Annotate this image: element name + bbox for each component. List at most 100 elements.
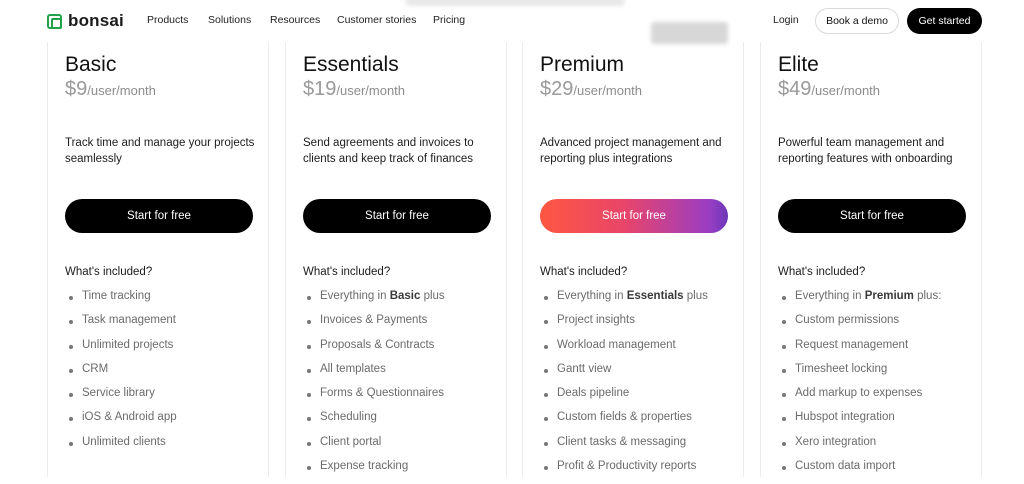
feature-text-bold: Essentials bbox=[626, 290, 684, 302]
feature-text: Xero integration bbox=[795, 436, 876, 448]
get-started-button[interactable]: Get started bbox=[907, 8, 982, 34]
bullet-icon bbox=[782, 368, 786, 373]
top-nav: bonsai Products Solutions Resources Cust… bbox=[0, 0, 1024, 42]
feature-item: Forms & Questionnaires bbox=[303, 387, 445, 411]
bullet-icon bbox=[307, 296, 311, 300]
included-title: What's included? bbox=[303, 266, 391, 278]
bullet-icon bbox=[307, 320, 311, 325]
feature-item: Task management bbox=[65, 314, 177, 338]
bullet-icon bbox=[782, 296, 786, 300]
feature-text-pre: Time tracking bbox=[82, 290, 151, 302]
book-demo-button[interactable]: Book a demo bbox=[815, 8, 899, 34]
feature-text: Expense tracking bbox=[320, 460, 408, 472]
plan-description: Track time and manage your projects seam… bbox=[65, 137, 255, 165]
brand-name: bonsai bbox=[68, 11, 124, 30]
feature-text: Unlimited clients bbox=[82, 436, 166, 448]
bullet-icon bbox=[307, 466, 311, 471]
feature-list: Everything in Premium plus: Custom permis… bbox=[778, 290, 941, 484]
nav-link-products[interactable]: Products bbox=[147, 14, 188, 26]
feature-item: Everything in Premium plus: bbox=[778, 290, 941, 314]
feature-item: Hubspot integration bbox=[778, 411, 941, 435]
feature-text-pre: Request management bbox=[795, 338, 909, 351]
price-amount: $49 bbox=[778, 78, 812, 100]
nav-link-resources[interactable]: Resources bbox=[270, 14, 320, 26]
feature-text-pre: All templates bbox=[320, 362, 386, 375]
feature-item: Project insights bbox=[540, 314, 708, 338]
start-for-free-button[interactable]: Start for free bbox=[778, 199, 966, 233]
feature-text-pre: Add markup to expenses bbox=[795, 387, 923, 400]
feature-item: Everything in Basic plus bbox=[303, 290, 445, 314]
feature-item: Expense tracking bbox=[303, 460, 445, 484]
plan-name: Essentials bbox=[303, 53, 399, 76]
bullet-icon bbox=[307, 441, 311, 446]
feature-text: Client tasks & messaging bbox=[557, 436, 686, 448]
plan-description: Powerful team management and reporting f… bbox=[778, 137, 953, 165]
nav-link-solutions[interactable]: Solutions bbox=[208, 14, 251, 26]
feature-text-pre: Custom fields & properties bbox=[557, 411, 692, 424]
bullet-icon bbox=[544, 417, 548, 422]
feature-item: Profit & Productivity reports bbox=[540, 460, 708, 484]
feature-text-pre: Service library bbox=[82, 387, 155, 400]
bullet-icon bbox=[307, 393, 311, 398]
price-unit: /user/month bbox=[573, 83, 643, 98]
bullet-icon bbox=[307, 417, 311, 422]
feature-text-pre: Client tasks & messaging bbox=[557, 435, 687, 448]
feature-text: Add markup to expenses bbox=[795, 387, 922, 399]
feature-item: Proposals & Contracts bbox=[303, 339, 445, 363]
feature-item: Workload management bbox=[540, 339, 708, 363]
feature-text-pre: Everything in bbox=[557, 290, 627, 302]
feature-item: CRM bbox=[65, 363, 177, 387]
feature-item: Unlimited clients bbox=[65, 436, 177, 460]
start-for-free-button[interactable]: Start for free bbox=[540, 199, 728, 233]
feature-text: Deals pipeline bbox=[557, 387, 629, 399]
plan-description: Advanced project management and reportin… bbox=[540, 137, 722, 165]
brand-logo[interactable]: bonsai bbox=[47, 11, 124, 30]
price-unit: /user/month bbox=[336, 83, 406, 98]
start-for-free-button[interactable]: Start for free bbox=[65, 199, 253, 233]
feature-item: Invoices & Payments bbox=[303, 314, 445, 338]
bonsai-logo-icon bbox=[47, 13, 62, 29]
login-link[interactable]: Login bbox=[773, 14, 799, 26]
bullet-icon bbox=[69, 441, 73, 446]
feature-item: Client tasks & messaging bbox=[540, 436, 708, 460]
bullet-icon bbox=[69, 393, 73, 398]
feature-item: Time tracking bbox=[65, 290, 177, 314]
feature-list: Time tracking Task management Unlimited pr… bbox=[65, 290, 177, 460]
feature-item: Timesheet locking bbox=[778, 363, 941, 387]
feature-item: Deals pipeline bbox=[540, 387, 708, 411]
nav-link-customer-stories[interactable]: Customer stories bbox=[337, 14, 416, 26]
plan-card-essentials: Essentials $19/user/month Send agreement… bbox=[285, 42, 507, 477]
feature-text-pre: Hubspot integration bbox=[795, 411, 895, 424]
feature-text: Gantt view bbox=[557, 363, 611, 375]
feature-text-pre: Scheduling bbox=[320, 411, 377, 424]
included-title: What's included? bbox=[778, 266, 866, 278]
bullet-icon bbox=[544, 368, 548, 373]
bullet-icon bbox=[544, 320, 548, 325]
feature-text: Project insights bbox=[557, 314, 635, 326]
plan-description: Send agreements and invoices to clients … bbox=[303, 137, 474, 165]
feature-text: Hubspot integration bbox=[795, 411, 895, 423]
feature-text: Client portal bbox=[320, 436, 381, 448]
feature-text-pre: iOS & Android app bbox=[82, 411, 177, 424]
plan-name: Premium bbox=[540, 53, 625, 76]
plan-price: $9/user/month bbox=[65, 78, 156, 101]
blurred-overlay bbox=[651, 22, 728, 44]
feature-item: Client portal bbox=[303, 436, 445, 460]
nav-link-pricing[interactable]: Pricing bbox=[433, 14, 465, 26]
feature-text: Forms & Questionnaires bbox=[320, 387, 444, 399]
blurred-banner bbox=[405, 0, 625, 6]
price-unit: /user/month bbox=[811, 83, 881, 98]
feature-text-post: plus bbox=[683, 290, 708, 302]
feature-item: Add markup to expenses bbox=[778, 387, 941, 411]
bullet-icon bbox=[544, 441, 548, 446]
price-unit: /user/month bbox=[87, 83, 156, 98]
feature-item: Gantt view bbox=[540, 363, 708, 387]
feature-item: Scheduling bbox=[303, 411, 445, 435]
feature-item: All templates bbox=[303, 363, 445, 387]
plan-price: $19/user/month bbox=[303, 78, 405, 101]
feature-item: Request management bbox=[778, 339, 941, 363]
start-for-free-button[interactable]: Start for free bbox=[303, 199, 491, 233]
feature-list: Everything in Essentials plus Project ins… bbox=[540, 290, 708, 484]
included-title: What's included? bbox=[540, 266, 628, 278]
feature-text-pre: Xero integration bbox=[795, 435, 877, 448]
